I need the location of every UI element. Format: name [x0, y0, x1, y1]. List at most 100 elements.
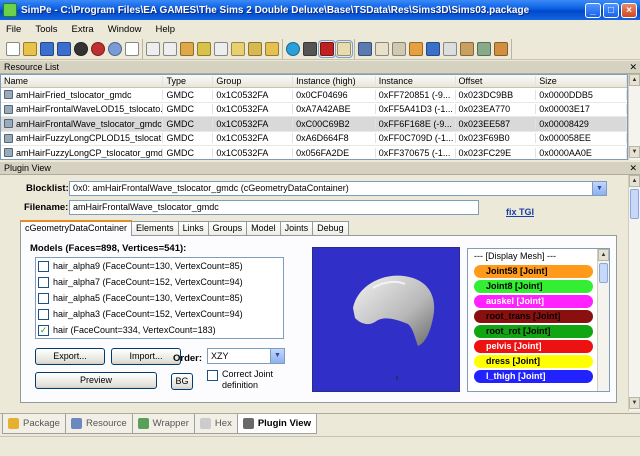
joint-item[interactable]: dress [Joint] — [474, 355, 593, 368]
scenegraph-icon[interactable] — [375, 41, 389, 56]
tab-plugin-view[interactable]: Plugin View — [236, 414, 317, 434]
resource-list-scrollbar[interactable]: ▲ ▼ — [628, 74, 640, 160]
tab-joints[interactable]: Joints — [279, 221, 314, 236]
plugin-view-scrollbar[interactable]: ▲ ▼ — [628, 175, 640, 411]
save-as-icon[interactable] — [57, 41, 71, 56]
tab-model[interactable]: Model — [246, 221, 281, 236]
mesh-checkbox[interactable] — [38, 308, 49, 320]
tab-package[interactable]: Package — [2, 414, 66, 434]
disk-icon[interactable] — [358, 41, 372, 56]
menu-extra[interactable]: Extra — [72, 24, 94, 35]
chevron-down-icon[interactable]: ▼ — [270, 349, 284, 363]
export-button[interactable]: Export... — [35, 348, 105, 365]
list-item[interactable]: hair_alpha3 (FaceCount=152, VertexCount=… — [36, 306, 283, 322]
scroll-up-icon[interactable]: ▲ — [629, 74, 640, 86]
list-item[interactable]: hair_alpha9 (FaceCount=130, VertexCount=… — [36, 258, 283, 274]
filter-icon[interactable] — [335, 39, 353, 58]
scroll-down-icon[interactable]: ▼ — [629, 146, 640, 158]
column-header-name[interactable]: Name — [1, 76, 164, 86]
stop-icon[interactable] — [91, 41, 105, 56]
bg-button[interactable]: BG — [171, 373, 193, 390]
scroll-down-icon[interactable]: ▼ — [629, 397, 640, 409]
new-file-icon[interactable] — [6, 41, 20, 56]
correct-joint-option[interactable]: Correct Joint definition — [207, 369, 297, 391]
cube-icon[interactable] — [409, 41, 423, 56]
blocklist-select[interactable]: 0x0: amHairFrontalWave_tslocator_gmdc (c… — [69, 181, 607, 196]
column-header-group[interactable]: Group — [213, 76, 294, 86]
close-panel-icon[interactable]: ✕ — [629, 163, 637, 174]
table-row[interactable]: amHairFuzzyLongCP_tslocator_gmdc GMDC 0x… — [1, 146, 627, 159]
close-panel-icon[interactable]: ✕ — [629, 62, 637, 73]
sim-icon[interactable] — [426, 41, 440, 56]
tools-icon[interactable] — [443, 41, 457, 56]
joint-item[interactable]: Joint8 [Joint] — [474, 280, 593, 293]
tab-resource[interactable]: Resource — [64, 414, 133, 434]
joint-item[interactable]: root_rot [Joint] — [474, 325, 593, 338]
column-header-instance[interactable]: Instance — [376, 76, 456, 86]
joint-item[interactable]: root_trans [Joint] — [474, 310, 593, 323]
menu-file[interactable]: File — [6, 24, 21, 35]
maximize-button[interactable]: □ — [603, 2, 619, 18]
joint-item[interactable]: l_thigh [Joint] — [474, 370, 593, 383]
table-row[interactable]: amHairFuzzyLongCPLOD15_tslocat... GMDC 0… — [1, 132, 627, 146]
folder-icon[interactable] — [180, 41, 194, 56]
joint-list-scrollbar[interactable]: ▲ — [597, 249, 609, 391]
column-header-instance-high[interactable]: Instance (high) — [293, 76, 376, 86]
tab-wrapper[interactable]: Wrapper — [131, 414, 195, 434]
open-folder-icon[interactable] — [23, 41, 37, 56]
find-icon[interactable] — [108, 41, 122, 56]
mesh-checkbox[interactable] — [38, 260, 49, 272]
tab-groups[interactable]: Groups — [207, 221, 248, 236]
close-package-icon[interactable] — [74, 41, 88, 56]
3d-preview-viewport[interactable] — [312, 247, 460, 392]
scroll-up-icon[interactable]: ▲ — [629, 175, 640, 187]
paste-icon[interactable] — [163, 41, 177, 56]
joint-item[interactable]: pelvis [Joint] — [474, 340, 593, 353]
mesh-checkbox-checked[interactable]: ✓ — [38, 324, 49, 336]
joint-item[interactable]: Joint58 [Joint] — [474, 265, 593, 278]
options-icon[interactable] — [125, 41, 139, 56]
import-icon[interactable] — [460, 41, 474, 56]
import-button[interactable]: Import... — [111, 348, 181, 365]
close-button[interactable]: × — [621, 2, 637, 18]
list-item[interactable]: hair_alpha5 (FaceCount=130, VertexCount=… — [36, 290, 283, 306]
neighborhood-icon[interactable] — [477, 41, 491, 56]
joint-item[interactable]: auskel [Joint] — [474, 295, 593, 308]
tab-debug[interactable]: Debug — [312, 221, 349, 236]
scroll-up-icon[interactable]: ▲ — [598, 249, 609, 261]
order-select[interactable]: XZY ▼ — [207, 348, 285, 364]
column-header-type[interactable]: Type — [163, 76, 214, 86]
note-icon[interactable] — [248, 41, 262, 56]
list-item[interactable]: ✓ hair (FaceCount=334, VertexCount=183) — [36, 322, 283, 338]
star-icon[interactable] — [265, 41, 279, 56]
lock-icon[interactable] — [303, 41, 317, 56]
filename-field[interactable]: amHairFrontalWave_tslocator_gmdc — [69, 200, 479, 215]
delete-icon[interactable] — [318, 39, 336, 58]
column-header-size[interactable]: Size — [536, 76, 627, 86]
chevron-down-icon[interactable]: ▼ — [592, 182, 606, 195]
catalog-icon[interactable] — [494, 41, 508, 56]
tab-elements[interactable]: Elements — [131, 221, 179, 236]
tab-cgeometrydatacontainer[interactable]: cGeometryDataContainer — [20, 220, 133, 236]
comment-icon[interactable] — [231, 41, 245, 56]
minimize-button[interactable]: _ — [585, 2, 601, 18]
document-icon[interactable] — [214, 41, 228, 56]
menu-tools[interactable]: Tools — [35, 24, 57, 35]
hash-icon[interactable] — [392, 41, 406, 56]
menu-window[interactable]: Window — [108, 24, 142, 35]
package-icon[interactable] — [197, 41, 211, 56]
preview-button[interactable]: Preview — [35, 372, 157, 389]
fix-tgi-link[interactable]: fix TGI — [506, 207, 534, 217]
mesh-checkbox[interactable] — [38, 292, 49, 304]
mesh-checkbox[interactable] — [38, 276, 49, 288]
table-row[interactable]: amHairFried_tslocator_gmdc GMDC 0x1C0532… — [1, 88, 627, 103]
correct-joint-checkbox[interactable] — [207, 370, 218, 381]
refresh-icon[interactable] — [286, 41, 300, 56]
copy-icon[interactable] — [146, 41, 160, 56]
tab-links[interactable]: Links — [177, 221, 209, 236]
column-header-offset[interactable]: Offset — [456, 76, 537, 86]
table-row-selected[interactable]: amHairFrontalWave_tslocator_gmdc GMDC 0x… — [1, 117, 627, 132]
scroll-thumb[interactable] — [599, 263, 608, 283]
table-row[interactable]: amHairFrontalWaveLOD15_tslocato... GMDC … — [1, 103, 627, 117]
save-icon[interactable] — [40, 41, 54, 56]
